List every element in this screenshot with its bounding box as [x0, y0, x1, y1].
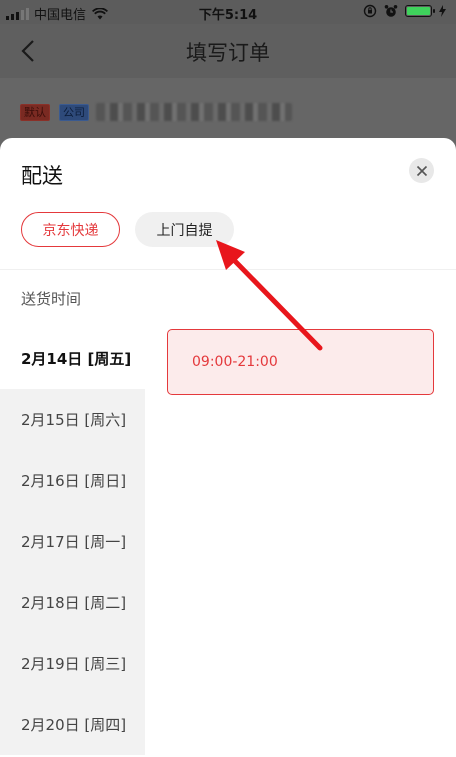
page-title: 填写订单	[186, 41, 270, 65]
status-bar: 中国电信 下午5:14	[0, 0, 456, 24]
close-icon	[416, 165, 427, 176]
nav-bar: 填写订单	[0, 24, 456, 78]
date-list: 2月14日 [周五] 2月15日 [周六] 2月16日 [周日] 2月17日 […	[0, 328, 145, 755]
battery-icon	[405, 5, 435, 17]
date-item-feb15[interactable]: 2月15日 [周六]	[0, 389, 145, 450]
alarm-icon	[384, 5, 398, 17]
wifi-icon	[92, 7, 109, 19]
status-right	[363, 4, 446, 18]
blurred-address	[96, 103, 292, 121]
method-jd-express[interactable]: 京东快递	[21, 212, 120, 247]
time-slot-option[interactable]: 09:00-21:00	[167, 329, 434, 395]
delivery-sheet: 配送 京东快递 上门自提 送货时间 2月14日 [周五] 2月15日 [周六] …	[0, 138, 456, 757]
date-item-feb19[interactable]: 2月19日 [周三]	[0, 633, 145, 694]
status-left: 中国电信	[6, 4, 109, 23]
date-item-feb18[interactable]: 2月18日 [周二]	[0, 572, 145, 633]
date-item-feb14[interactable]: 2月14日 [周五]	[0, 328, 145, 389]
default-tag: 默认	[20, 104, 50, 121]
date-item-feb20[interactable]: 2月20日 [周四]	[0, 694, 145, 755]
charging-icon	[439, 5, 446, 17]
battery-fill	[407, 7, 430, 15]
carrier-label: 中国电信	[34, 8, 87, 23]
company-tag: 公司	[59, 104, 89, 121]
method-self-pickup[interactable]: 上门自提	[135, 212, 234, 247]
divider	[0, 269, 456, 270]
date-item-feb16[interactable]: 2月16日 [周日]	[0, 450, 145, 511]
signal-icon	[6, 7, 29, 20]
orientation-lock-icon	[363, 4, 377, 18]
delivery-time-label: 送货时间	[21, 290, 82, 308]
sheet-title: 配送	[21, 164, 63, 188]
close-button[interactable]	[409, 158, 434, 183]
date-item-feb17[interactable]: 2月17日 [周一]	[0, 511, 145, 572]
